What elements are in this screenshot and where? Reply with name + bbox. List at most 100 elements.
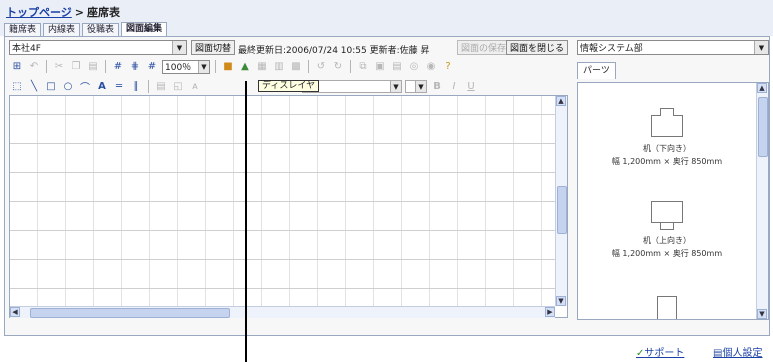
column-icon[interactable]: ∥ xyxy=(129,80,143,94)
part-name: 机（下向き） xyxy=(643,144,691,153)
chevron-down-icon[interactable]: ▼ xyxy=(198,60,209,73)
text-tool-icon[interactable]: A xyxy=(95,80,109,94)
canvas-horizontal-scrollbar[interactable]: ◀ ▶ xyxy=(10,306,555,318)
last-updated-label: 最終更新日: xyxy=(238,46,287,56)
toolbar-main: ⊞ ↶ ✂ ❐ ▤ # ⋕ # 100％ ▼ ■ ▲ ▦ ▥ ▩ ↺ ↻ ⧉ ▣… xyxy=(10,58,570,75)
part-name: 机（上向き） xyxy=(643,236,691,245)
polyline-tool-icon[interactable]: ⌒ xyxy=(78,80,92,94)
breadcrumb-separator: > xyxy=(74,6,84,19)
font-color-icon[interactable]: ᴀ xyxy=(188,80,202,94)
canvas-vertical-scrollbar[interactable]: ▲ ▼ xyxy=(555,96,567,306)
double-line-icon[interactable]: ═ xyxy=(112,80,126,94)
part-desk-down[interactable]: 机（下向き） 幅 1,200mm × 奥行 850mm xyxy=(578,108,756,167)
fill-color-icon[interactable]: ▤ xyxy=(154,80,168,94)
ellipse-tool-icon[interactable]: ○ xyxy=(61,80,75,94)
support-link-label: サポート xyxy=(644,348,685,359)
layer-hide-icon[interactable]: ▲ xyxy=(238,60,252,74)
last-updated-value: 2006/07/24 10:55 xyxy=(286,46,367,56)
italic-icon[interactable]: I xyxy=(447,80,461,94)
parts-vertical-scrollbar[interactable]: ▲ ▼ xyxy=(756,83,768,319)
tab-bar: 籍席表 内線表 役職表 図面編集 xyxy=(4,22,169,36)
scroll-up-icon[interactable]: ▲ xyxy=(757,83,767,93)
zoom-select[interactable]: 100％ ▼ xyxy=(162,59,210,74)
font-size-select[interactable]: ▼ xyxy=(405,80,427,93)
toolbar-separator xyxy=(308,60,309,73)
align-icon[interactable]: ▥ xyxy=(272,60,286,74)
floor-select[interactable]: 本社4F ▼ xyxy=(9,40,187,55)
breadcrumb: トップページ > 座席表 xyxy=(6,4,120,20)
bold-icon[interactable]: B xyxy=(430,80,444,94)
floor-select-value: 本社4F xyxy=(12,44,41,54)
canvas-vertical-scroll-thumb[interactable] xyxy=(557,186,567,234)
scroll-down-icon[interactable]: ▼ xyxy=(556,296,566,306)
last-updated-info: 最終更新日:2006/07/24 10:55 更新者:佐藤 昇 xyxy=(238,43,430,56)
drawing-canvas[interactable] xyxy=(9,95,568,318)
chevron-down-icon[interactable]: ▼ xyxy=(754,41,768,54)
toolbar-separator xyxy=(350,60,351,73)
grid-icon[interactable]: # xyxy=(111,60,125,74)
chevron-down-icon[interactable]: ▼ xyxy=(415,81,426,92)
undo-icon[interactable]: ↶ xyxy=(27,60,41,74)
grid-snap-icon[interactable]: ⋕ xyxy=(128,60,142,74)
line-tool-icon[interactable]: ╲ xyxy=(27,80,41,94)
grid-toggle-icon[interactable]: # xyxy=(145,60,159,74)
select-tool-icon[interactable]: ⬚ xyxy=(10,80,24,94)
page-title: 座席表 xyxy=(87,6,120,19)
editor-name: 佐藤 昇 xyxy=(399,46,430,56)
tab-extension[interactable]: 内線表 xyxy=(43,23,81,36)
line-color-icon[interactable]: ◱ xyxy=(171,80,185,94)
zoom-value: 100％ xyxy=(165,63,192,73)
tab-parts[interactable]: パーツ xyxy=(577,62,616,79)
tab-drawing-edit[interactable]: 図面編集 xyxy=(121,22,168,36)
desk-up-shape-icon xyxy=(651,201,683,230)
send-back-icon[interactable]: ▣ xyxy=(373,60,387,74)
chevron-down-icon[interactable]: ▼ xyxy=(390,81,401,92)
chevron-down-icon[interactable]: ▼ xyxy=(172,41,186,54)
cut-icon[interactable]: ✂ xyxy=(52,60,66,74)
group-icon[interactable]: ▦ xyxy=(255,60,269,74)
tab-seating[interactable]: 籍席表 xyxy=(4,23,42,36)
rotate-right-icon[interactable]: ↻ xyxy=(331,60,345,74)
tab-position[interactable]: 役職表 xyxy=(82,23,120,36)
part-size: 幅 1,200mm × 奥行 850mm xyxy=(611,157,723,166)
part-desk-up[interactable]: 机（上向き） 幅 1,200mm × 奥行 850mm xyxy=(578,201,756,259)
insert-table-icon[interactable]: ⊞ xyxy=(10,60,24,74)
toolbar-separator xyxy=(46,60,47,73)
distribute-icon[interactable]: ▩ xyxy=(289,60,303,74)
canvas-horizontal-scroll-thumb[interactable] xyxy=(30,308,230,318)
layer-show-icon[interactable]: ■ xyxy=(221,60,235,74)
tooltip: ディスレイヤ xyxy=(258,80,320,92)
desk-side-shape-icon xyxy=(657,296,677,319)
rotate-left-icon[interactable]: ↺ xyxy=(314,60,328,74)
scroll-left-icon[interactable]: ◀ xyxy=(10,307,20,317)
unlock-icon[interactable]: ◉ xyxy=(424,60,438,74)
annotation-pointer-line xyxy=(245,81,247,362)
switch-drawing-button[interactable]: 図面切替 xyxy=(191,40,236,55)
breadcrumb-top-link[interactable]: トップページ xyxy=(6,6,72,19)
department-select[interactable]: 情報システム部 ▼ xyxy=(577,40,769,55)
scroll-up-icon[interactable]: ▲ xyxy=(556,96,566,106)
desk-down-shape-icon xyxy=(651,108,683,137)
personal-settings-link[interactable]: ▤個人設定 xyxy=(713,344,762,359)
toolbar-separator xyxy=(215,60,216,73)
bring-front-icon[interactable]: ⧉ xyxy=(356,60,370,74)
personal-settings-link-label: 個人設定 xyxy=(722,348,763,359)
support-link[interactable]: ✓サポート xyxy=(636,344,684,359)
lock-icon[interactable]: ◎ xyxy=(407,60,421,74)
parts-vertical-scroll-thumb[interactable] xyxy=(758,97,768,157)
underline-icon[interactable]: U xyxy=(464,80,478,94)
rect-tool-icon[interactable]: □ xyxy=(44,80,58,94)
part-size: 幅 1,200mm × 奥行 850mm xyxy=(611,249,723,258)
scroll-down-icon[interactable]: ▼ xyxy=(757,309,767,319)
toolbar-separator xyxy=(105,60,106,73)
scroll-right-icon[interactable]: ▶ xyxy=(545,307,555,317)
close-drawing-button[interactable]: 図面を閉じる xyxy=(506,40,569,55)
help-icon[interactable]: ? xyxy=(441,60,455,74)
toolbar-separator xyxy=(148,80,149,93)
save-drawing-button[interactable]: 図面の保存 xyxy=(457,40,511,55)
part-desk-side[interactable] xyxy=(578,296,756,319)
copy-icon[interactable]: ❐ xyxy=(69,60,83,74)
editor-label: 更新者: xyxy=(369,46,400,56)
paste-icon[interactable]: ▤ xyxy=(86,60,100,74)
order-icon[interactable]: ▤ xyxy=(390,60,404,74)
